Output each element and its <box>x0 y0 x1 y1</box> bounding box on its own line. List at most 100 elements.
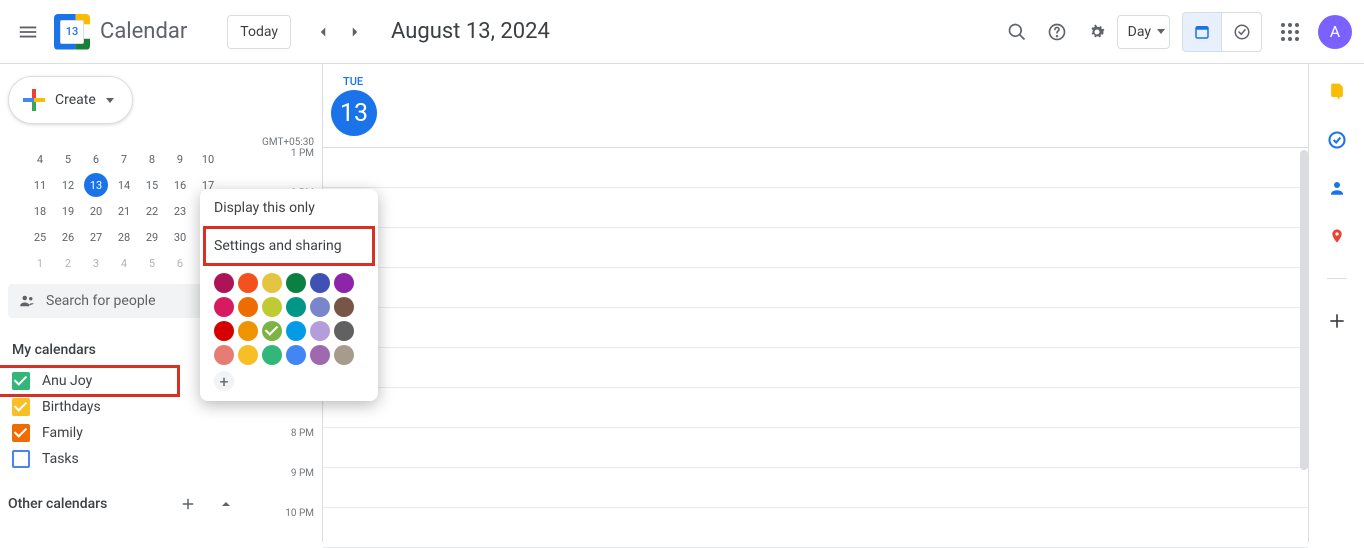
mini-calendar-day[interactable]: 14 <box>112 173 136 197</box>
other-calendars-heading[interactable]: Other calendars <box>8 496 107 512</box>
color-swatch[interactable] <box>262 345 282 365</box>
mini-calendar-day[interactable]: 15 <box>140 173 164 197</box>
search-button[interactable] <box>997 12 1037 52</box>
mini-calendar-day[interactable]: 5 <box>56 147 80 171</box>
calendar-checkbox[interactable] <box>12 372 30 390</box>
hour-slot[interactable] <box>323 188 1308 228</box>
color-swatch[interactable] <box>334 273 354 293</box>
settings-and-sharing-item[interactable]: Settings and sharing <box>200 227 378 265</box>
color-swatch[interactable] <box>238 273 258 293</box>
hour-slot[interactable] <box>323 268 1308 308</box>
google-apps-button[interactable] <box>1270 12 1310 52</box>
mini-calendar-day[interactable]: 27 <box>84 225 108 249</box>
scrollbar[interactable] <box>1300 150 1308 470</box>
color-swatch[interactable] <box>238 321 258 341</box>
mini-calendar-day[interactable]: 3 <box>84 251 108 275</box>
hour-slot[interactable] <box>323 428 1308 468</box>
color-swatch[interactable] <box>262 297 282 317</box>
mini-calendar-day[interactable]: 30 <box>168 225 192 249</box>
calendar-checkbox[interactable] <box>12 450 30 468</box>
hour-slot[interactable] <box>323 228 1308 268</box>
color-swatch[interactable] <box>214 345 234 365</box>
tasks-icon[interactable] <box>1327 130 1347 150</box>
mini-calendar-day[interactable]: 10 <box>196 147 220 171</box>
next-day-button[interactable] <box>339 12 371 52</box>
support-button[interactable] <box>1037 12 1077 52</box>
mini-calendar-day[interactable]: 11 <box>28 173 52 197</box>
mini-calendar-day[interactable]: 6 <box>168 251 192 275</box>
color-swatch[interactable] <box>262 321 282 341</box>
color-swatch[interactable] <box>334 321 354 341</box>
color-swatch[interactable] <box>214 321 234 341</box>
hour-slot[interactable] <box>323 148 1308 188</box>
mini-calendar-day[interactable]: 7 <box>112 147 136 171</box>
mini-calendar-day[interactable]: 26 <box>56 225 80 249</box>
mini-calendar-day[interactable]: 22 <box>140 199 164 223</box>
mini-calendar-day[interactable]: 9 <box>168 147 192 171</box>
color-picker <box>200 265 378 365</box>
mini-calendar-day[interactable]: 8 <box>140 147 164 171</box>
maps-icon[interactable] <box>1327 226 1347 246</box>
view-switcher[interactable]: Day <box>1117 15 1170 49</box>
mini-calendar-day[interactable]: 1 <box>28 251 52 275</box>
mini-calendar-day[interactable]: 5 <box>140 251 164 275</box>
hour-slot[interactable] <box>323 308 1308 348</box>
hour-slot[interactable] <box>323 348 1308 388</box>
color-swatch[interactable] <box>310 321 330 341</box>
color-swatch[interactable] <box>286 297 306 317</box>
account-avatar[interactable]: A <box>1318 15 1352 49</box>
add-other-calendar-button[interactable] <box>174 490 202 518</box>
color-swatch[interactable] <box>286 321 306 341</box>
day-column-header[interactable]: TUE 13 <box>323 64 1308 148</box>
keep-icon[interactable] <box>1327 82 1347 102</box>
color-swatch[interactable] <box>334 297 354 317</box>
color-swatch[interactable] <box>310 345 330 365</box>
mini-calendar-day[interactable]: 6 <box>84 147 108 171</box>
calendar-list-item[interactable]: Family <box>8 420 240 446</box>
hour-slot[interactable] <box>323 468 1308 508</box>
mini-calendar-day[interactable]: 29 <box>140 225 164 249</box>
color-swatch[interactable] <box>310 297 330 317</box>
color-swatch[interactable] <box>238 345 258 365</box>
calendar-tab[interactable] <box>1182 12 1222 52</box>
color-swatch[interactable] <box>310 273 330 293</box>
mini-calendar-day[interactable]: 16 <box>168 173 192 197</box>
get-addons-button[interactable] <box>1327 311 1347 331</box>
create-button[interactable]: Create <box>8 76 133 124</box>
mini-calendar-day[interactable]: 25 <box>28 225 52 249</box>
collapse-other-calendars-button[interactable] <box>212 490 240 518</box>
mini-calendar-day[interactable]: 13 <box>84 173 108 197</box>
color-swatch[interactable] <box>286 345 306 365</box>
mini-calendar-day[interactable]: 18 <box>28 199 52 223</box>
hour-slot[interactable] <box>323 388 1308 428</box>
settings-button[interactable] <box>1077 12 1117 52</box>
display-this-only-item[interactable]: Display this only <box>200 189 378 227</box>
contacts-icon[interactable] <box>1327 178 1347 198</box>
color-swatch[interactable] <box>262 273 282 293</box>
mini-calendar-day[interactable]: 19 <box>56 199 80 223</box>
mini-calendar-day[interactable]: 2 <box>56 251 80 275</box>
color-swatch[interactable] <box>286 273 306 293</box>
color-swatch[interactable] <box>214 273 234 293</box>
main-menu-button[interactable] <box>8 12 48 52</box>
mini-calendar-day[interactable]: 21 <box>112 199 136 223</box>
calendar-checkbox[interactable] <box>12 398 30 416</box>
hour-slot[interactable] <box>323 508 1308 548</box>
color-swatch[interactable] <box>334 345 354 365</box>
color-swatch[interactable] <box>238 297 258 317</box>
tasks-tab[interactable] <box>1222 12 1262 52</box>
prev-day-button[interactable] <box>307 12 339 52</box>
mini-calendar-day[interactable]: 4 <box>28 147 52 171</box>
mini-calendar-day[interactable]: 23 <box>168 199 192 223</box>
color-swatch[interactable] <box>214 297 234 317</box>
mini-calendar-day[interactable]: 4 <box>112 251 136 275</box>
hour-grid[interactable] <box>323 148 1308 548</box>
add-custom-color-button[interactable]: + <box>214 371 234 391</box>
mini-calendar-day[interactable]: 12 <box>56 173 80 197</box>
calendar-checkbox[interactable] <box>12 424 30 442</box>
mini-calendar-day[interactable]: 28 <box>112 225 136 249</box>
today-button[interactable]: Today <box>227 15 291 49</box>
create-button-label: Create <box>55 92 96 108</box>
mini-calendar-day[interactable]: 20 <box>84 199 108 223</box>
calendar-list-item[interactable]: Tasks <box>8 446 240 472</box>
